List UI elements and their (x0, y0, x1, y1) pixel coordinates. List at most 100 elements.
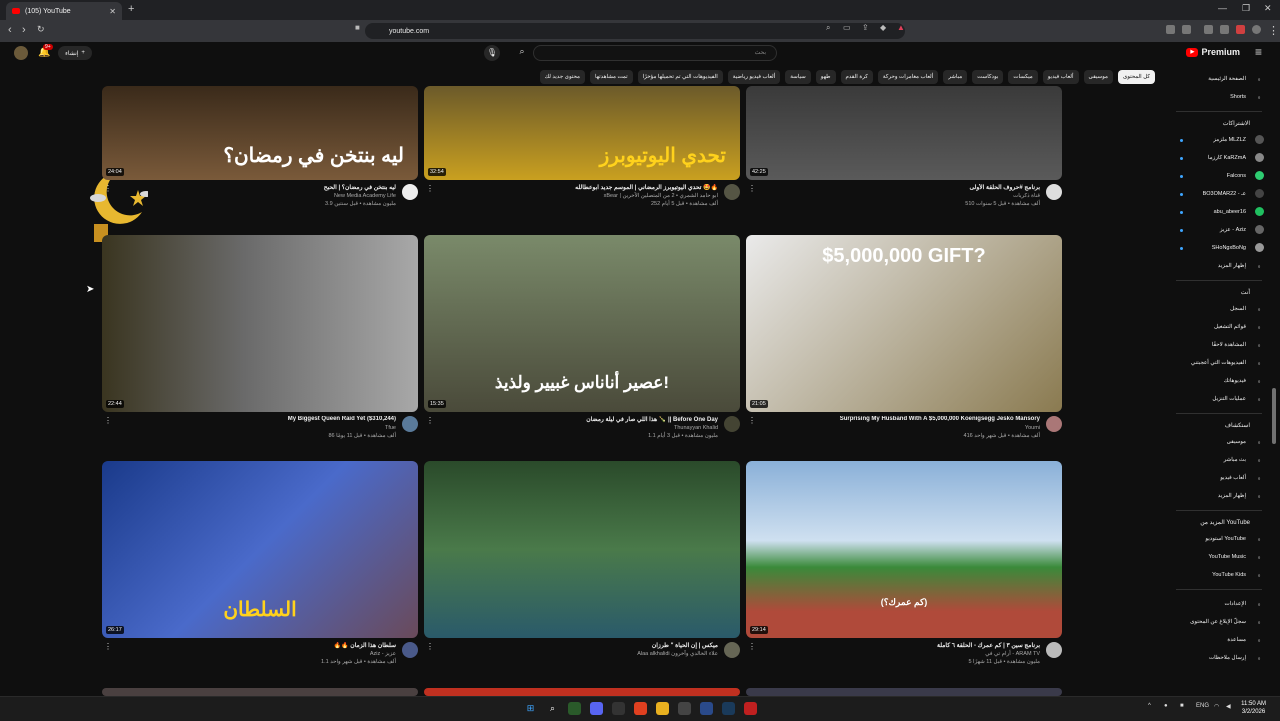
video-card[interactable]: $5,000,000 GIFT? 21:05 Surprising My Husba… (746, 235, 1062, 456)
language-indicator[interactable]: ENG (1196, 703, 1209, 709)
video-title[interactable]: هذا اللي صار في ليلة رمضان 🍾 || Before O… (448, 416, 718, 423)
video-thumbnail[interactable] (424, 688, 740, 696)
video-card[interactable]: 42:25 برنامج #حروف الحلقة الأولى قناة ذكري… (746, 86, 1062, 224)
folder-icon[interactable] (656, 702, 669, 715)
channel-avatar[interactable] (402, 416, 418, 432)
more-actions-icon[interactable]: ⋮ (104, 642, 112, 651)
filter-chip[interactable]: سياسة (785, 70, 811, 84)
sidebar-icon[interactable] (1204, 25, 1213, 34)
more-actions-icon[interactable]: ⋮ (426, 416, 434, 425)
more-actions-icon[interactable]: ⋮ (104, 184, 112, 193)
sidebar-item-you[interactable]: الفيديوهات التي أعجبتني ◦ (1168, 354, 1270, 372)
filter-chip[interactable]: ألعاب مغامرات وحركة (877, 70, 939, 84)
video-title[interactable]: برنامج #حروف الحلقة الأولى (770, 184, 1040, 191)
channel-avatar[interactable] (1046, 184, 1062, 200)
channel-name[interactable]: Youmi (770, 425, 1040, 431)
youtube-logo[interactable]: ▶ Premium (1186, 47, 1240, 57)
shield-icon[interactable]: ◆ (880, 23, 886, 32)
app-icon[interactable] (568, 702, 581, 715)
mic-tray-icon[interactable]: ● (1164, 703, 1168, 709)
video-card[interactable]: ليه بنتخن في رمضان؟ 24:04 ليه بنتخن في رمض… (102, 86, 418, 224)
video-card[interactable]: تحدي اليوتيوبرز 32:54 تحدي اليوتيوبرز الرم… (424, 86, 740, 224)
reload-icon[interactable]: ↻ (37, 24, 45, 35)
video-title[interactable]: ميكس | إن الحياة " طرزان (448, 642, 718, 649)
close-tab-icon[interactable]: ✕ (109, 7, 116, 16)
filter-chip[interactable]: ألعاب فيديو رياضية (727, 70, 781, 84)
channel-avatar[interactable] (1046, 416, 1062, 432)
hamburger-menu-icon[interactable]: ≡ (1255, 45, 1262, 59)
new-tab-button[interactable]: + (128, 3, 134, 15)
sidebar-item-more[interactable]: استوديو YouTube ◦ (1168, 530, 1270, 548)
app-icon[interactable] (678, 702, 691, 715)
video-card[interactable]: (كم عمرك؟) 29:14 برنامج سين ٣ | كم عمرك - … (746, 461, 1062, 682)
back-icon[interactable]: ‹ (8, 24, 12, 36)
sidebar-item-explore[interactable]: بث مباشر ◦ (1168, 451, 1270, 469)
channel-name[interactable]: Aziz - عزيز (126, 651, 396, 657)
more-from-youtube-heading[interactable]: المزيد من YouTube (1168, 516, 1270, 530)
extension-icon[interactable] (1166, 25, 1175, 34)
app-icon[interactable] (612, 702, 625, 715)
video-title[interactable]: برنامج سين ٣ | كم عمرك - الحلقة ٦ كاملة (770, 642, 1040, 649)
sidebar-item-subscription[interactable]: ملزمز MLZLZ (1168, 131, 1270, 149)
browser-menu-icon[interactable]: ⋮ (1268, 24, 1279, 37)
video-thumbnail[interactable]: تحدي اليوتيوبرز 32:54 (424, 86, 740, 180)
filter-chip[interactable]: كل المحتوى (1117, 70, 1155, 84)
video-thumbnail[interactable]: 22:44 (102, 235, 418, 412)
install-icon[interactable]: ▭ (843, 23, 851, 32)
subscriptions-heading[interactable]: الاشتراكات (1168, 117, 1270, 131)
address-input[interactable]: youtube.com (365, 23, 905, 39)
channel-name[interactable]: قناة ذكريات (770, 193, 1040, 199)
video-card[interactable]: عصير أناناس غبيير ولذيذ! 15:35 هذا اللي صا… (424, 235, 740, 456)
avatar[interactable] (14, 46, 28, 60)
channel-name[interactable]: Alaa alkhalidi علاء الخالدي وآخرون (448, 651, 718, 657)
channel-name[interactable]: Thunayyan Khalid (448, 425, 718, 431)
create-button[interactable]: إنشاء + (58, 46, 92, 60)
filter-chip[interactable]: موسيقى (1083, 70, 1113, 84)
zoom-icon[interactable]: ⌕ (826, 23, 830, 33)
filter-chip[interactable]: تمت مشاهدتها (589, 70, 633, 84)
video-title[interactable]: Surprising My Husband With A $5,000,000 … (770, 416, 1040, 422)
extension-icon[interactable] (1236, 25, 1245, 34)
sidebar-item-more[interactable]: YouTube Music ◦ (1168, 548, 1270, 566)
sidebar-item-settings[interactable]: مساعدة ◦ (1168, 631, 1270, 649)
sidebar-item-subscription[interactable]: abu_abeer16 (1168, 203, 1270, 221)
vpn-icon[interactable]: ▲ (897, 23, 905, 32)
filter-chip[interactable]: ميكسات (1008, 70, 1038, 84)
bookmark-icon[interactable]: ■ (355, 23, 360, 32)
sidebar-item-settings[interactable]: سجلّ الإبلاغ عن المحتوى ◦ (1168, 613, 1270, 631)
brave-icon[interactable] (634, 702, 647, 715)
filter-chip[interactable]: مباشر (943, 70, 968, 84)
channel-avatar[interactable] (724, 642, 740, 658)
sidebar-item-settings[interactable]: إرسال ملاحظات ◦ (1168, 649, 1270, 667)
steam-icon[interactable] (722, 702, 735, 715)
filter-chip[interactable]: طهو (815, 70, 836, 84)
sidebar-item-subscription[interactable]: كارزما KaRZmA (1168, 149, 1270, 167)
channel-name[interactable]: xBear | ابو حامد الشمري • 2 من المتصلين … (448, 193, 718, 199)
more-actions-icon[interactable]: ⋮ (104, 416, 112, 425)
sidebar-item-explore[interactable]: ألعاب فيديو ◦ (1168, 469, 1270, 487)
video-title[interactable]: 🔥🔥 سلطان هذا الزمان (126, 642, 396, 649)
sidebar-item-subscription[interactable]: SHoNgxBoNg (1168, 239, 1270, 257)
video-thumbnail[interactable]: (كم عمرك؟) 29:14 (746, 461, 1062, 638)
video-card[interactable]: 22:44 My Biggest Queen Raid Yet ($310,244… (102, 235, 418, 456)
channel-avatar[interactable] (724, 416, 740, 432)
filter-chip[interactable]: بودكاست (972, 70, 1004, 84)
video-thumbnail[interactable] (424, 461, 740, 638)
sidebar-item-you[interactable]: المشاهدة لاحقًا ◦ (1168, 336, 1270, 354)
mic-icon[interactable]: 🎙 (484, 45, 500, 61)
forward-icon[interactable]: › (22, 24, 26, 36)
app-icon[interactable] (744, 702, 757, 715)
filter-chip[interactable]: ألعاب فيديو (1042, 70, 1079, 84)
profile-icon[interactable] (1252, 25, 1261, 34)
explore-heading[interactable]: استكشاف (1168, 419, 1270, 433)
page-scrollbar[interactable] (1272, 388, 1276, 444)
share-icon[interactable]: ⇪ (862, 23, 869, 32)
sidebar-item-settings[interactable]: الإعدادات ◦ (1168, 595, 1270, 613)
video-thumbnail[interactable]: السلطان 26:17 (102, 461, 418, 638)
extension-icon[interactable] (1220, 25, 1229, 34)
clock[interactable]: 11:50 AM 3/2/2026 (1241, 700, 1266, 716)
video-thumbnail[interactable] (102, 688, 418, 696)
video-thumbnail[interactable]: 42:25 (746, 86, 1062, 180)
sidebar-item-main[interactable]: Shorts ◦ (1168, 88, 1270, 106)
video-card[interactable]: ميكس | إن الحياة " طرزان Alaa alkhalidi ع… (424, 461, 740, 682)
